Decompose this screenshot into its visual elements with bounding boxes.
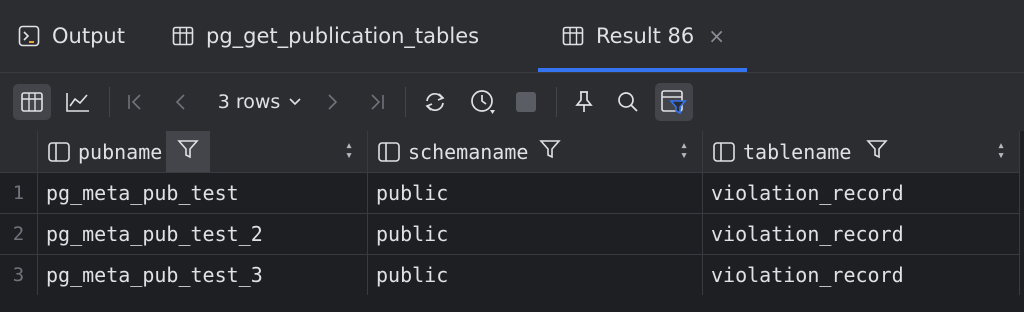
grid-header: pubname ▴ ▾ schemaname ▴ ▾ tablename ▴ ▾ xyxy=(0,131,1020,173)
cell-schemaname[interactable]: public xyxy=(368,173,703,213)
cell-schemaname[interactable]: public xyxy=(368,255,703,295)
cell-pubname[interactable]: pg_meta_pub_test xyxy=(38,173,368,213)
table-row[interactable]: 3 pg_meta_pub_test_3 public violation_re… xyxy=(0,255,1020,296)
search-icon xyxy=(617,91,639,113)
close-icon[interactable]: × xyxy=(708,24,725,48)
column-icon xyxy=(713,141,735,162)
grid-toolbar: 3 rows xyxy=(0,72,1024,132)
sort-icon[interactable]: ▴ ▾ xyxy=(997,139,1005,162)
row-number: 1 xyxy=(0,173,38,213)
column-filter-button[interactable] xyxy=(528,131,572,172)
column-icon xyxy=(48,141,70,162)
tab-result-86[interactable]: Result 86 × xyxy=(562,0,725,72)
history-icon xyxy=(469,89,497,115)
column-filter-button[interactable] xyxy=(855,131,899,172)
table-view-icon xyxy=(21,92,43,112)
rows-count-dropdown[interactable]: 3 rows xyxy=(212,73,308,131)
column-header-tablename[interactable]: tablename ▴ ▾ xyxy=(703,131,1020,172)
next-page-button[interactable] xyxy=(320,73,346,131)
cell-tablename[interactable]: violation_record xyxy=(703,214,1020,254)
cell-tablename[interactable]: violation_record xyxy=(703,173,1020,213)
result-tab-bar: Output pg_get_publication_tables Result … xyxy=(0,0,1024,72)
column-header-pubname[interactable]: pubname ▴ ▾ xyxy=(38,131,368,172)
column-icon xyxy=(378,141,400,162)
filter-icon xyxy=(177,138,200,165)
filter-icon xyxy=(539,138,562,165)
chevron-down-icon xyxy=(288,97,302,107)
rows-label: 3 rows xyxy=(217,91,281,113)
tab-label: Result 86 xyxy=(596,24,695,48)
result-grid: pubname ▴ ▾ schemaname ▴ ▾ tablename ▴ ▾… xyxy=(0,131,1024,296)
table-row[interactable]: 1 pg_meta_pub_test public violation_reco… xyxy=(0,173,1020,214)
history-button[interactable] xyxy=(465,73,501,131)
cell-pubname[interactable]: pg_meta_pub_test_2 xyxy=(38,214,368,254)
refresh-button[interactable] xyxy=(419,73,451,131)
sort-icon[interactable]: ▴ ▾ xyxy=(680,139,688,162)
tab-label: Output xyxy=(52,24,125,48)
row-number-header xyxy=(0,131,38,172)
last-page-icon xyxy=(368,93,386,111)
console-icon xyxy=(18,25,40,47)
filter-icon xyxy=(661,90,687,114)
column-name: tablename xyxy=(743,139,852,164)
sort-icon[interactable]: ▴ ▾ xyxy=(345,139,353,162)
tab-label: pg_get_publication_tables xyxy=(206,24,480,48)
pin-button[interactable] xyxy=(570,73,598,131)
prev-page-icon xyxy=(173,93,187,111)
first-page-button[interactable] xyxy=(122,73,148,131)
column-filter-button[interactable] xyxy=(166,131,211,172)
chart-view-icon xyxy=(65,91,91,113)
tab-output[interactable]: Output xyxy=(18,0,125,72)
grid-empty-area xyxy=(0,295,1024,312)
filter-button[interactable] xyxy=(655,83,693,121)
filter-icon xyxy=(866,138,889,165)
table-row[interactable]: 2 pg_meta_pub_test_2 public violation_re… xyxy=(0,214,1020,255)
stop-icon xyxy=(515,91,537,113)
tab-pg-get-publication-tables[interactable]: pg_get_publication_tables xyxy=(172,0,479,72)
last-page-button[interactable] xyxy=(363,73,391,131)
toolbar-separator xyxy=(405,87,406,117)
column-name: schemaname xyxy=(408,139,529,164)
first-page-icon xyxy=(126,93,144,111)
table-icon xyxy=(172,25,194,47)
column-name: pubname xyxy=(78,139,163,164)
next-page-icon xyxy=(326,93,340,111)
row-number: 3 xyxy=(0,255,38,295)
pin-icon xyxy=(574,90,594,114)
cell-pubname[interactable]: pg_meta_pub_test_3 xyxy=(38,255,368,295)
cell-schemaname[interactable]: public xyxy=(368,214,703,254)
chart-view-button[interactable] xyxy=(60,73,96,131)
prev-page-button[interactable] xyxy=(167,73,193,131)
column-header-schemaname[interactable]: schemaname ▴ ▾ xyxy=(368,131,703,172)
row-number: 2 xyxy=(0,214,38,254)
cell-tablename[interactable]: violation_record xyxy=(703,255,1020,295)
table-view-button[interactable] xyxy=(13,84,51,120)
stop-button[interactable] xyxy=(511,73,541,131)
refresh-icon xyxy=(422,91,448,113)
search-button[interactable] xyxy=(614,73,642,131)
toolbar-separator xyxy=(109,87,110,117)
toolbar-separator xyxy=(556,87,557,117)
table-icon xyxy=(562,25,584,47)
